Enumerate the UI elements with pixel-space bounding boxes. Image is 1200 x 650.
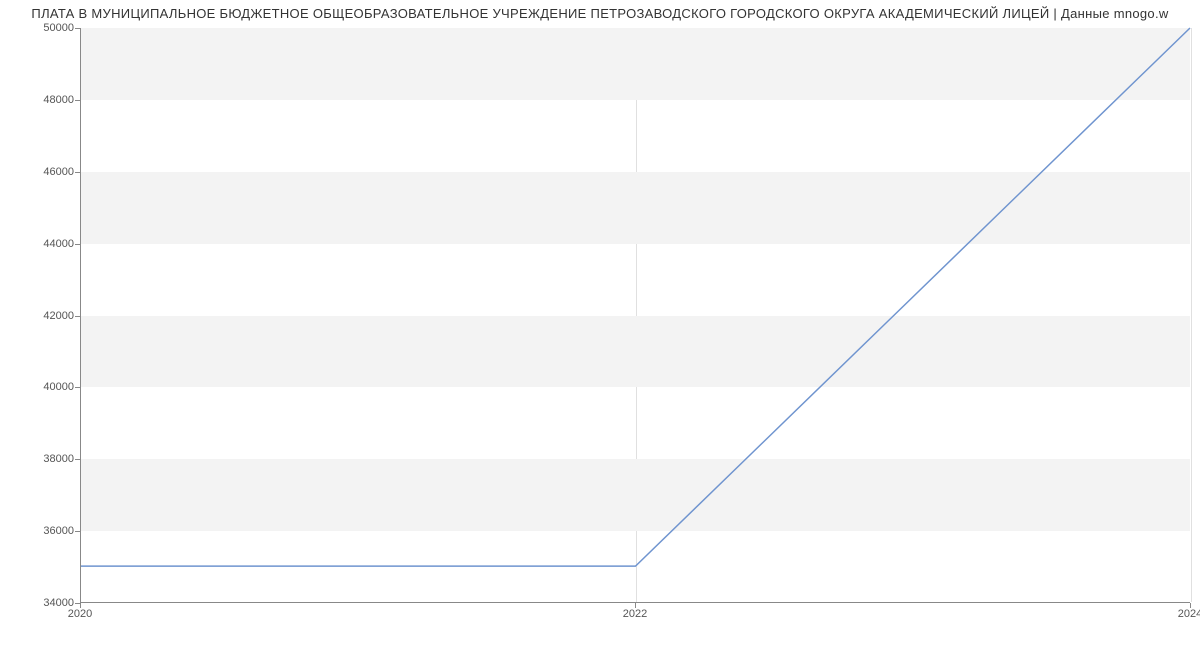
y-axis-tick-label: 42000 (4, 310, 74, 322)
x-axis-tick-label: 2022 (623, 608, 647, 620)
y-axis-tick-label: 34000 (4, 597, 74, 609)
plot-area (80, 28, 1190, 603)
chart-container: ПЛАТА В МУНИЦИПАЛЬНОЕ БЮДЖЕТНОЕ ОБЩЕОБРА… (0, 0, 1200, 650)
y-axis-tick-label: 40000 (4, 381, 74, 393)
y-axis-tick-mark (75, 100, 80, 101)
y-axis-tick-label: 38000 (4, 453, 74, 465)
y-axis-tick-label: 48000 (4, 94, 74, 106)
x-axis-tick-label: 2024 (1178, 608, 1200, 620)
y-axis-tick-mark (75, 244, 80, 245)
chart-title: ПЛАТА В МУНИЦИПАЛЬНОЕ БЮДЖЕТНОЕ ОБЩЕОБРА… (0, 6, 1200, 21)
x-axis-tick-mark (80, 603, 81, 608)
y-axis-tick-mark (75, 316, 80, 317)
x-axis-tick-mark (1190, 603, 1191, 608)
y-axis-tick-mark (75, 172, 80, 173)
y-axis-tick-mark (75, 28, 80, 29)
y-axis-tick-mark (75, 459, 80, 460)
y-axis-tick-mark (75, 531, 80, 532)
x-axis-tick-label: 2020 (68, 608, 92, 620)
line-series (81, 28, 1190, 602)
y-axis-tick-label: 46000 (4, 166, 74, 178)
y-axis-tick-label: 44000 (4, 238, 74, 250)
y-axis-tick-label: 50000 (4, 22, 74, 34)
y-axis-tick-mark (75, 387, 80, 388)
x-axis-tick-mark (635, 603, 636, 608)
y-axis-tick-label: 36000 (4, 525, 74, 537)
grid-vertical (1191, 28, 1192, 602)
